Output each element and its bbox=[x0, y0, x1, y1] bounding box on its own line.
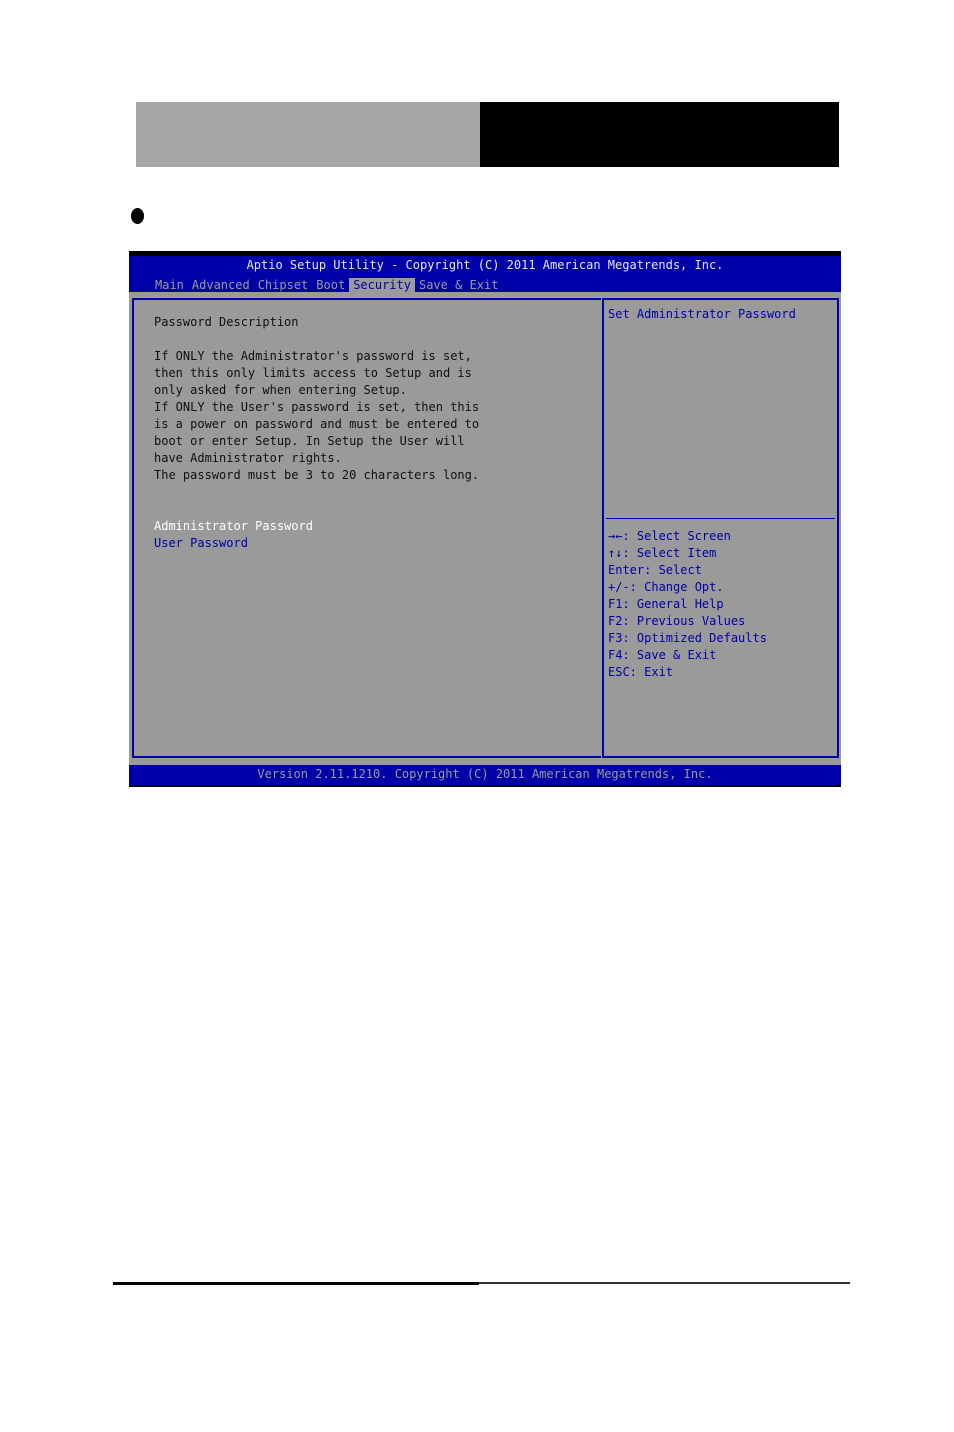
description-line: If ONLY the User's password is set, then… bbox=[154, 400, 480, 414]
user-password-item[interactable]: User Password bbox=[154, 535, 313, 552]
description-line: have Administrator rights. bbox=[154, 451, 342, 465]
key-hint-enter: Enter: Select bbox=[608, 563, 702, 577]
page-header-gray-block bbox=[136, 102, 480, 167]
bios-title: Aptio Setup Utility - Copyright (C) 2011… bbox=[246, 258, 724, 272]
bullet-icon bbox=[131, 208, 144, 224]
bios-version: Version 2.11.1210. Copyright (C) 2011 Am… bbox=[257, 767, 713, 781]
description-line: The password must be 3 to 20 characters … bbox=[154, 468, 480, 482]
help-pane: Set Administrator Password →←: Select Sc… bbox=[602, 298, 839, 758]
key-hint-f4: F4: Save & Exit bbox=[608, 648, 717, 662]
bios-body: Password Description If ONLY the Adminis… bbox=[129, 292, 841, 765]
footer-rule-left bbox=[113, 1282, 479, 1285]
password-description-title: Password Description bbox=[154, 315, 299, 329]
key-hints: →←: Select Screen ↑↓: Select Item Enter:… bbox=[608, 528, 767, 681]
description-line: is a power on password and must be enter… bbox=[154, 417, 480, 431]
password-menu: Administrator Password User Password bbox=[154, 518, 313, 552]
item-help-text: Set Administrator Password bbox=[608, 307, 796, 321]
bios-screenshot: Aptio Setup Utility - Copyright (C) 2011… bbox=[129, 251, 841, 787]
key-hint-f1: F1: General Help bbox=[608, 597, 724, 611]
description-line: only asked for when entering Setup. bbox=[154, 383, 407, 397]
help-divider bbox=[606, 518, 835, 519]
description-line: If ONLY the Administrator's password is … bbox=[154, 349, 472, 363]
bios-title-bar: Aptio Setup Utility - Copyright (C) 2011… bbox=[129, 256, 841, 294]
key-hint-esc: ESC: Exit bbox=[608, 665, 674, 679]
key-hint-change-opt: +/-: Change Opt. bbox=[608, 580, 724, 594]
key-hint-select-item: ↑↓: Select Item bbox=[608, 546, 717, 560]
settings-pane: Password Description If ONLY the Adminis… bbox=[132, 298, 601, 758]
key-hint-select-screen: →←: Select Screen bbox=[608, 529, 731, 543]
footer-rule-right bbox=[479, 1282, 850, 1284]
key-hint-f2: F2: Previous Values bbox=[608, 614, 746, 628]
administrator-password-item[interactable]: Administrator Password bbox=[154, 518, 313, 535]
description-line: then this only limits access to Setup an… bbox=[154, 366, 472, 380]
key-hint-f3: F3: Optimized Defaults bbox=[608, 631, 767, 645]
password-description: If ONLY the Administrator's password is … bbox=[154, 348, 479, 484]
description-line: boot or enter Setup. In Setup the User w… bbox=[154, 434, 465, 448]
bios-footer-bar: Version 2.11.1210. Copyright (C) 2011 Am… bbox=[129, 765, 841, 785]
page-header-black-block bbox=[480, 102, 839, 167]
